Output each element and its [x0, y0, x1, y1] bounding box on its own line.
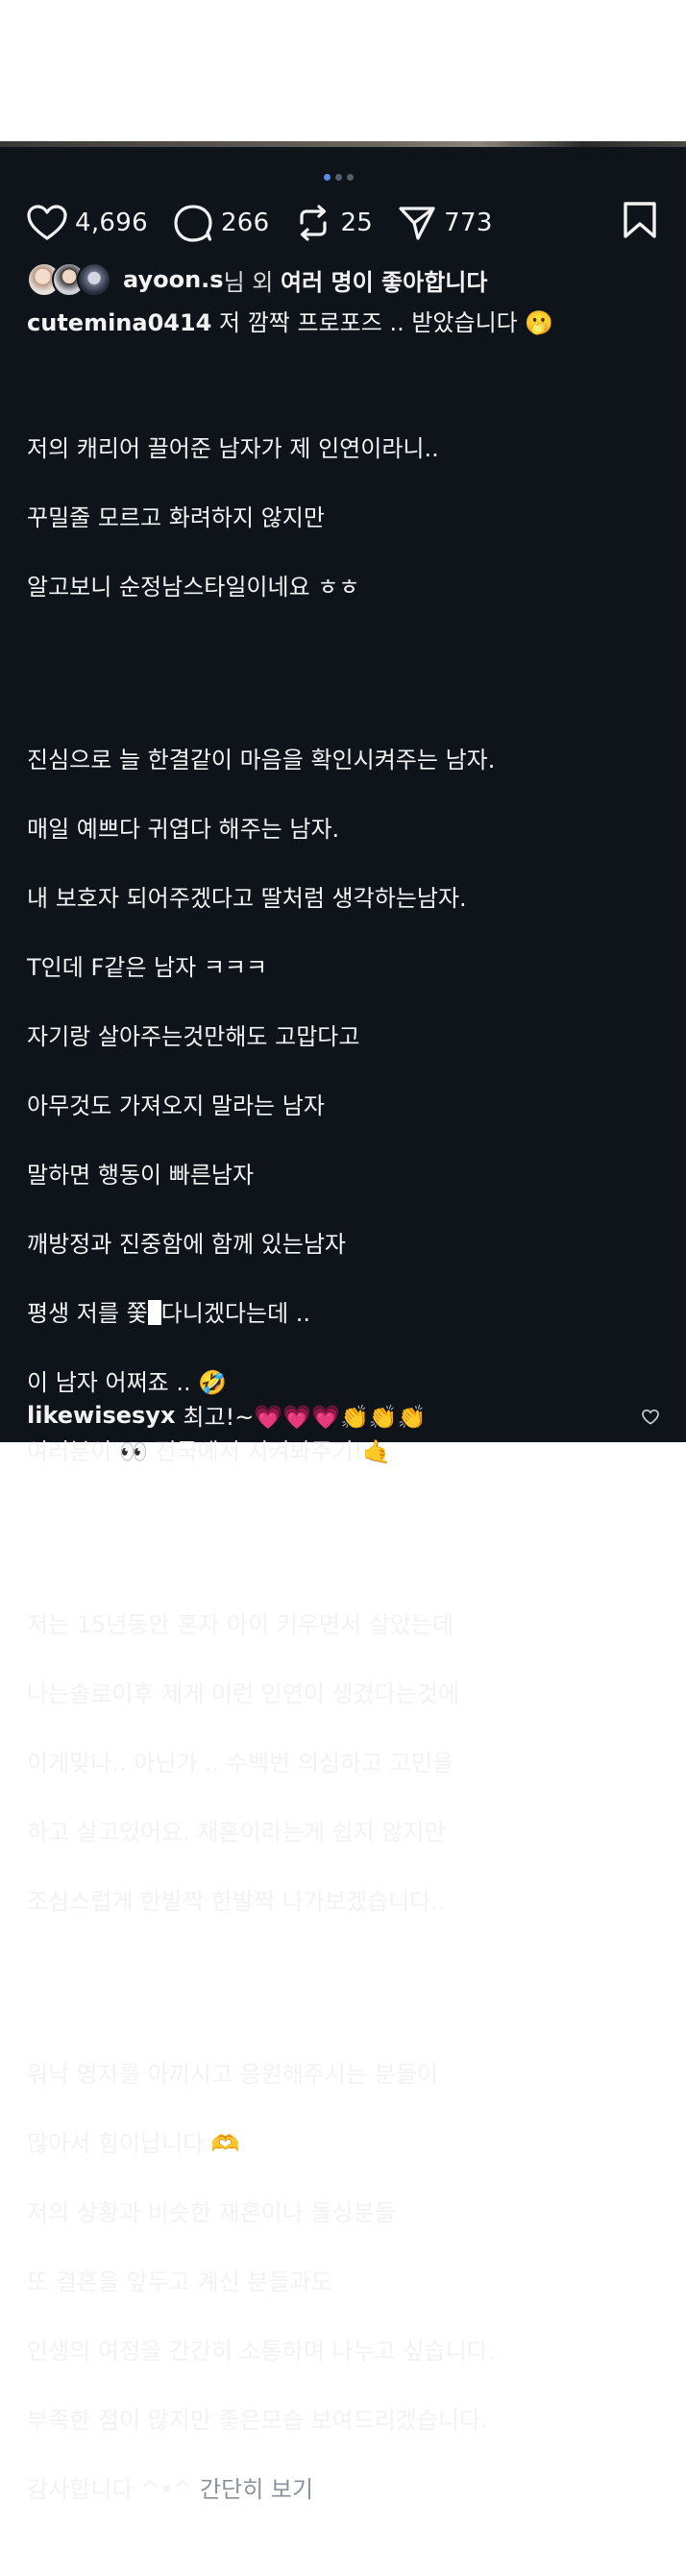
like-button[interactable]: 4,696 [27, 205, 148, 241]
caption-line: 또 결혼을 앞두고 계신 분들과도 [27, 2269, 332, 2295]
top-comment: likewisesyx 최고!~💗💗💗👏👏👏 [27, 1398, 667, 1432]
caption-paragraph-2: 진심으로 늘 한결같이 마음을 확인시켜주는 남자. 매일 예쁘다 귀엽다 해주… [27, 708, 667, 1504]
caption-line: 내 보호자 되어주겠다고 딸처럼 생각하는남자. [27, 885, 467, 912]
caption-line: 깨방정과 진중함에 함께 있는남자 [27, 1231, 347, 1258]
caption-headline: 저 깜짝 프로포즈 .. 받았습니다 🫢 [219, 309, 554, 336]
image-top-area [0, 0, 686, 141]
censor-block [147, 1300, 161, 1325]
caption-line: 이게맞나.. 아닌가 .. 수백번 의심하고 고민을 [27, 1750, 454, 1777]
collapse-caption-link[interactable]: 간단히 보기 [200, 2476, 313, 2503]
caption-line: 조심스럽게 한발짝 한발짝 나가보겠습니다.. [27, 1888, 446, 1915]
caption-line-censored: 평생 저를 쫓 다니겠다는데 .. [27, 1296, 667, 1331]
caption-paragraph-3: 저는 15년동안 혼자 아이 키우면서 살았는데 나는솔로이후 제게 이런 인연… [27, 1573, 667, 1953]
comment-like-button[interactable] [642, 1404, 659, 1431]
liked-by-line[interactable]: ayoon.s 님 외 여러 명이 좋아합니다 [27, 262, 487, 297]
avatar [77, 262, 111, 297]
comment-button[interactable]: 266 [173, 204, 270, 242]
bookmark-icon [624, 202, 656, 238]
caption-paragraph-1: 저의 캐리어 끌어준 남자가 제 인연이라니.. 꾸밀줄 모르고 화려하지 않지… [27, 397, 667, 639]
caption-line: 저는 15년동안 혼자 아이 키우면서 살았는데 [27, 1611, 454, 1638]
comment-text: 최고!~💗💗💗👏👏👏 [183, 1404, 427, 1431]
heart-icon [642, 1410, 659, 1425]
comment-icon [174, 205, 212, 242]
caption-line: 워낙 영자를 아끼시고 응원해주시는 분들이 [27, 2061, 438, 2088]
caption-body: 저의 캐리어 끌어준 남자가 제 인연이라니.. 꾸밀줄 모르고 화려하지 않지… [27, 362, 667, 2576]
share-count: 773 [444, 209, 493, 237]
like-count: 4,696 [75, 209, 148, 237]
heart-icon [27, 205, 67, 240]
carousel-dot-3 [347, 174, 354, 181]
caption-line: 자기랑 살아주는것만해도 고맙다고 [27, 1023, 360, 1050]
liked-by-suffix: 님 외 [223, 268, 281, 296]
comment-username[interactable]: likewisesyx [27, 1402, 175, 1429]
caption-line: T인데 F같은 남자 ㅋㅋㅋ [27, 954, 268, 981]
liked-by-username[interactable]: ayoon.s [123, 266, 224, 293]
caption-line: 여러분이 👀 전국에서 지켜봐주기!🤙 [27, 1438, 392, 1465]
repost-count: 25 [340, 209, 374, 237]
liker-avatars [27, 262, 111, 297]
send-icon [399, 207, 435, 240]
caption-line: 많아서 힘이납니다 🫶 [27, 2130, 240, 2157]
liked-by-others[interactable]: 여러 명이 좋아합니다 [281, 263, 487, 297]
comment-count: 266 [220, 209, 270, 237]
caption-line: 알고보니 순정남스타일이네요 ㅎㅎ [27, 574, 360, 601]
post-caption: cutemina0414 저 깜짝 프로포즈 .. 받았습니다 🫢 저의 캐리어… [27, 306, 667, 2576]
bookmark-button[interactable] [623, 201, 657, 243]
post-panel: 4,696 266 25 773 ayoon.s 님 외 여러 명이 좋아합니다… [0, 147, 686, 2503]
repost-button[interactable]: 25 [294, 204, 373, 242]
caption-line: 저의 상황과 비슷한 재혼이나 돌싱분들 [27, 2199, 396, 2226]
caption-line: 저의 캐리어 끌어준 남자가 제 인연이라니.. [27, 435, 439, 462]
caption-text: 평생 저를 쫓 [27, 1300, 148, 1327]
carousel-indicator [324, 174, 354, 181]
action-bar: 4,696 266 25 773 [27, 199, 657, 247]
caption-line: 아무것도 가져오지 말라는 남자 [27, 1092, 325, 1119]
caption-line: 꾸밀줄 모르고 화려하지 않지만 [27, 504, 325, 531]
caption-headline-line: cutemina0414 저 깜짝 프로포즈 .. 받았습니다 🫢 [27, 306, 667, 340]
caption-line: 매일 예쁘다 귀엽다 해주는 남자. [27, 816, 340, 843]
caption-line: 나는솔로이후 제게 이런 인연이 생겼다는것에 [27, 1681, 460, 1707]
caption-paragraph-4: 워낙 영자를 아끼시고 응원해주시는 분들이 많아서 힘이납니다 🫶 저의 상황… [27, 2023, 667, 2541]
caption-closing-line: 감사합니다 ^•^ 간단히 보기 [27, 2472, 667, 2507]
caption-line: 이 남자 어쩌죠 .. 🤣 [27, 1369, 228, 1396]
caption-line: 하고 살고있어요. 재혼이라는게 쉽지 않지만 [27, 1819, 446, 1846]
carousel-dot-1 [324, 174, 331, 181]
caption-line: 진심으로 늘 한결같이 마음을 확인시켜주는 남자. [27, 747, 496, 773]
caption-line: 인생의 여정을 간간히 소통하며 나누고 싶습니다. [27, 2338, 496, 2365]
caption-line: 부족한 점이 많지만 좋은모습 보여드리겠습니다. [27, 2407, 488, 2434]
carousel-dot-2 [335, 174, 342, 181]
repost-icon [300, 205, 328, 241]
caption-text: 다니겠다는데 .. [160, 1300, 311, 1327]
caption-line: 말하면 행동이 빠른남자 [27, 1162, 255, 1189]
share-button[interactable]: 773 [398, 204, 493, 242]
caption-closing: 감사합니다 ^•^ [27, 2476, 201, 2503]
caption-username[interactable]: cutemina0414 [27, 309, 211, 336]
